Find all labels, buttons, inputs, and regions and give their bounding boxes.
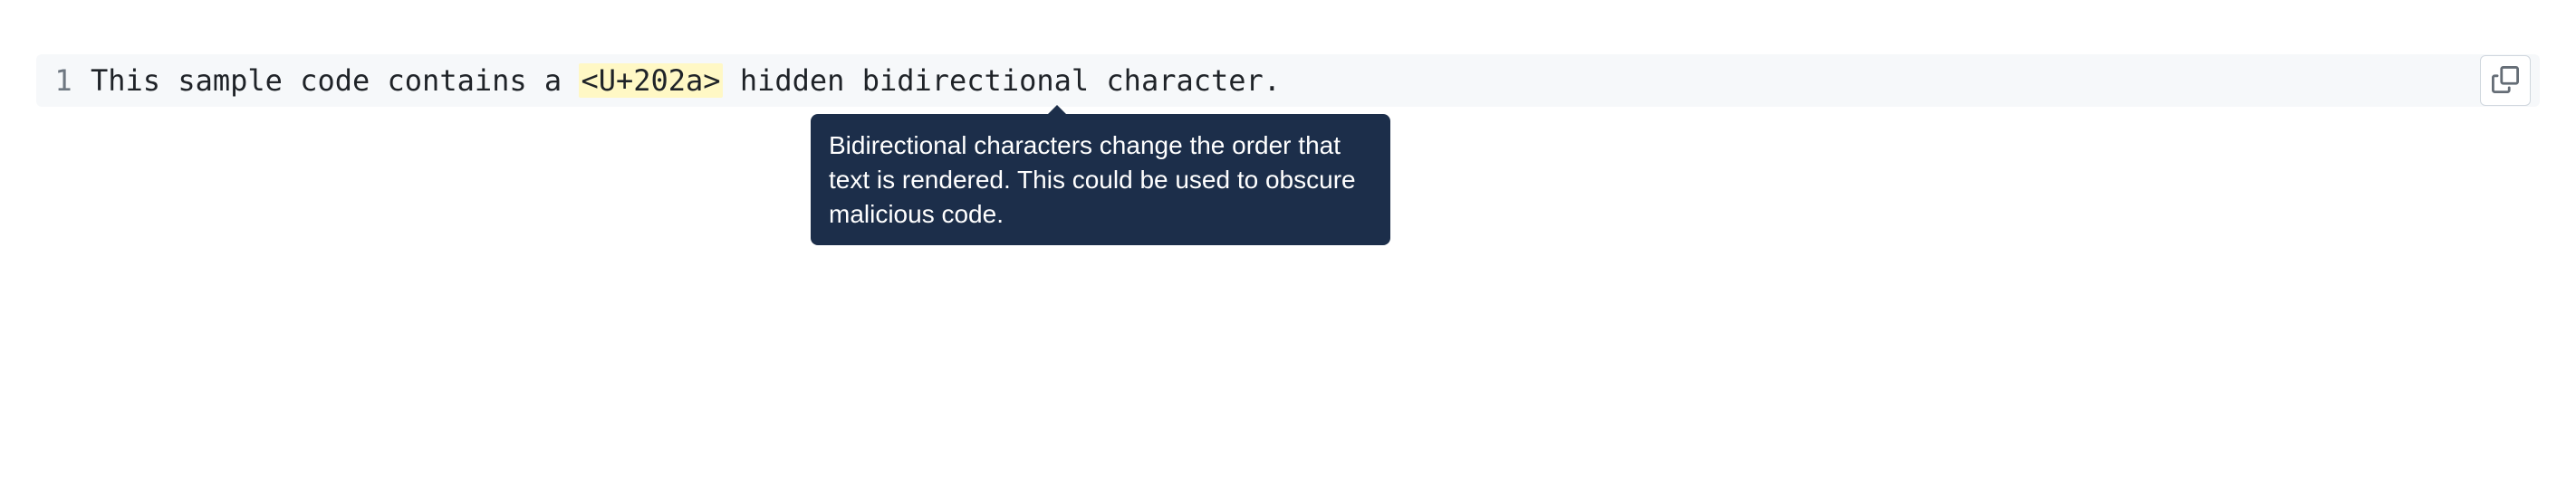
bidi-warning-tooltip: Bidirectional characters change the orde… [811, 114, 1390, 245]
line-number: 1 [36, 63, 91, 98]
tooltip-container: Bidirectional characters change the orde… [811, 114, 2540, 245]
bidi-char-highlight[interactable]: <U+202a> [579, 63, 722, 98]
code-text-before: This sample code contains a [91, 63, 579, 98]
tooltip-text: Bidirectional characters change the orde… [829, 131, 1356, 228]
copy-icon [2492, 66, 2519, 96]
code-block: 1 This sample code contains a <U+202a> h… [36, 54, 2540, 107]
code-line: This sample code contains a <U+202a> hid… [91, 63, 2540, 98]
code-text-after: hidden bidirectional character. [723, 63, 1282, 98]
copy-button[interactable] [2480, 55, 2531, 106]
